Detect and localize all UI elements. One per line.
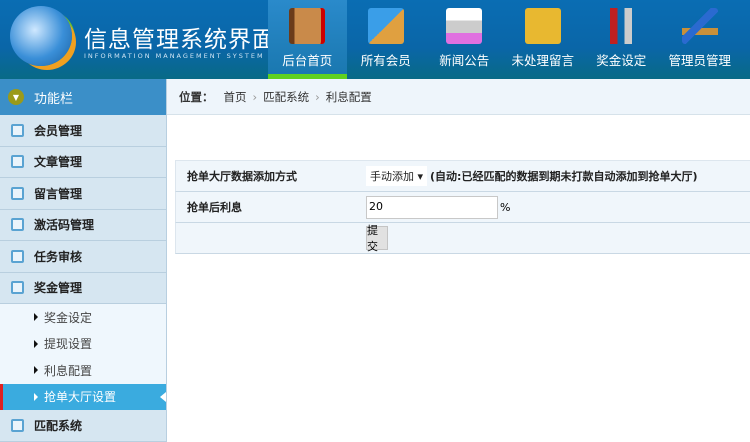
caret-right-icon xyxy=(34,392,38,401)
sidebar-title: 功能栏 xyxy=(34,91,74,107)
sidebar-item-label: 激活码管理 xyxy=(34,218,95,233)
header: 信息管理系统界面 INFORMATION MANAGEMENT SYSTEM G… xyxy=(0,0,750,79)
sidebar-item-label: 匹配系统 xyxy=(34,418,83,433)
globe-logo-icon xyxy=(10,6,72,66)
tools-icon xyxy=(603,8,640,44)
sidebar-item-label: 奖金管理 xyxy=(34,281,83,296)
calendar-icon xyxy=(11,281,24,295)
nav-members[interactable]: 所有会员 xyxy=(347,0,426,79)
sidebar-item-tasks[interactable]: 任务审核 xyxy=(0,241,166,273)
pencil-ruler-icon xyxy=(681,8,718,44)
book-icon xyxy=(289,8,326,44)
breadcrumb-home[interactable]: 首页 xyxy=(224,89,247,105)
chevron-right-icon: › xyxy=(315,89,320,104)
nav-admin[interactable]: 管理员管理 xyxy=(661,0,740,79)
sidebar-item-matching[interactable]: 匹配系统 xyxy=(0,410,166,442)
ruler-triangle-icon xyxy=(367,8,404,44)
sidebar-item-members[interactable]: 会员管理 xyxy=(0,115,166,147)
edit-icon xyxy=(11,186,24,200)
sub-item-bonus-settings[interactable]: 奖金设定 xyxy=(0,304,166,331)
sidebar-item-bonus[interactable]: 奖金管理 xyxy=(0,273,166,304)
chevron-down-icon: ▼ xyxy=(8,89,24,105)
sidebar-item-label: 留言管理 xyxy=(34,186,83,201)
calendar-icon xyxy=(11,218,24,232)
form-row-submit: 提交 xyxy=(175,223,750,254)
calendar-icon xyxy=(11,418,24,432)
caret-right-icon xyxy=(34,313,38,322)
settings-form: 抢单大厅数据添加方式 手动添加 ▾ (自动:已经匹配的数据到期未打款自动添加到抢… xyxy=(175,160,750,254)
form-row-add-method: 抢单大厅数据添加方式 手动添加 ▾ (自动:已经匹配的数据到期未打款自动添加到抢… xyxy=(175,161,750,192)
breadcrumb-matching[interactable]: 匹配系统 xyxy=(263,89,309,105)
top-nav: 后台首页 所有会员 新闻公告 未处理留言 奖金设定 管理员管理 xyxy=(268,0,739,79)
sidebar-item-label: 文章管理 xyxy=(34,155,83,170)
add-method-select[interactable]: 手动添加 ▾ xyxy=(366,166,428,186)
caret-right-icon xyxy=(34,339,38,348)
nav-messages[interactable]: 未处理留言 xyxy=(504,0,583,79)
sidebar-item-label: 任务审核 xyxy=(34,249,83,264)
add-method-hint: (自动:已经匹配的数据到期未打款自动添加到抢单大厅) xyxy=(430,170,698,183)
app-title: 信息管理系统界面 xyxy=(84,27,276,53)
printer-icon xyxy=(446,8,483,44)
app-subtitle: INFORMATION MANAGEMENT SYSTEM GUI xyxy=(84,52,287,60)
interest-input[interactable]: 20 xyxy=(366,195,498,219)
percent-unit: % xyxy=(500,200,511,214)
sub-item-interest[interactable]: 利息配置 xyxy=(0,357,166,384)
sidebar: ▼ 功能栏 会员管理 文章管理 留言管理 激活码管理 任务审核 奖金管理 奖金设定… xyxy=(0,79,167,442)
sub-item-withdraw[interactable]: 提现设置 xyxy=(0,330,166,357)
submit-button[interactable]: 提交 xyxy=(366,224,388,253)
breadcrumb-label: 位置： xyxy=(179,89,214,104)
breadcrumb: 位置： 首页 › 匹配系统 › 利息配置 xyxy=(167,79,750,115)
sub-item-label: 利息配置 xyxy=(44,363,93,378)
sub-item-label: 抢单大厅设置 xyxy=(44,390,117,405)
add-method-label: 抢单大厅数据添加方式 xyxy=(187,170,297,183)
select-value: 手动添加 xyxy=(370,170,414,183)
breadcrumb-current[interactable]: 利息配置 xyxy=(326,89,372,105)
folder-download-icon xyxy=(524,8,561,44)
sub-item-grab-hall[interactable]: 抢单大厅设置 xyxy=(0,383,166,410)
sidebar-header[interactable]: ▼ 功能栏 xyxy=(0,79,166,115)
nav-home[interactable]: 后台首页 xyxy=(268,0,347,79)
sidebar-item-activation[interactable]: 激活码管理 xyxy=(0,210,166,241)
sidebar-item-messages[interactable]: 留言管理 xyxy=(0,178,166,210)
nav-bonus[interactable]: 奖金设定 xyxy=(582,0,661,79)
interest-label: 抢单后利息 xyxy=(187,201,242,214)
caret-right-icon xyxy=(34,366,38,375)
edit-icon xyxy=(11,249,24,263)
edit-icon xyxy=(11,155,24,169)
sidebar-item-label: 会员管理 xyxy=(34,123,83,138)
sub-item-label: 提现设置 xyxy=(44,337,93,352)
form-row-interest: 抢单后利息 20 % xyxy=(175,192,750,223)
sidebar-item-articles[interactable]: 文章管理 xyxy=(0,147,166,178)
nav-news[interactable]: 新闻公告 xyxy=(425,0,504,79)
list-icon xyxy=(11,123,24,137)
chevron-right-icon: › xyxy=(252,89,258,104)
sub-item-label: 奖金设定 xyxy=(44,310,93,325)
